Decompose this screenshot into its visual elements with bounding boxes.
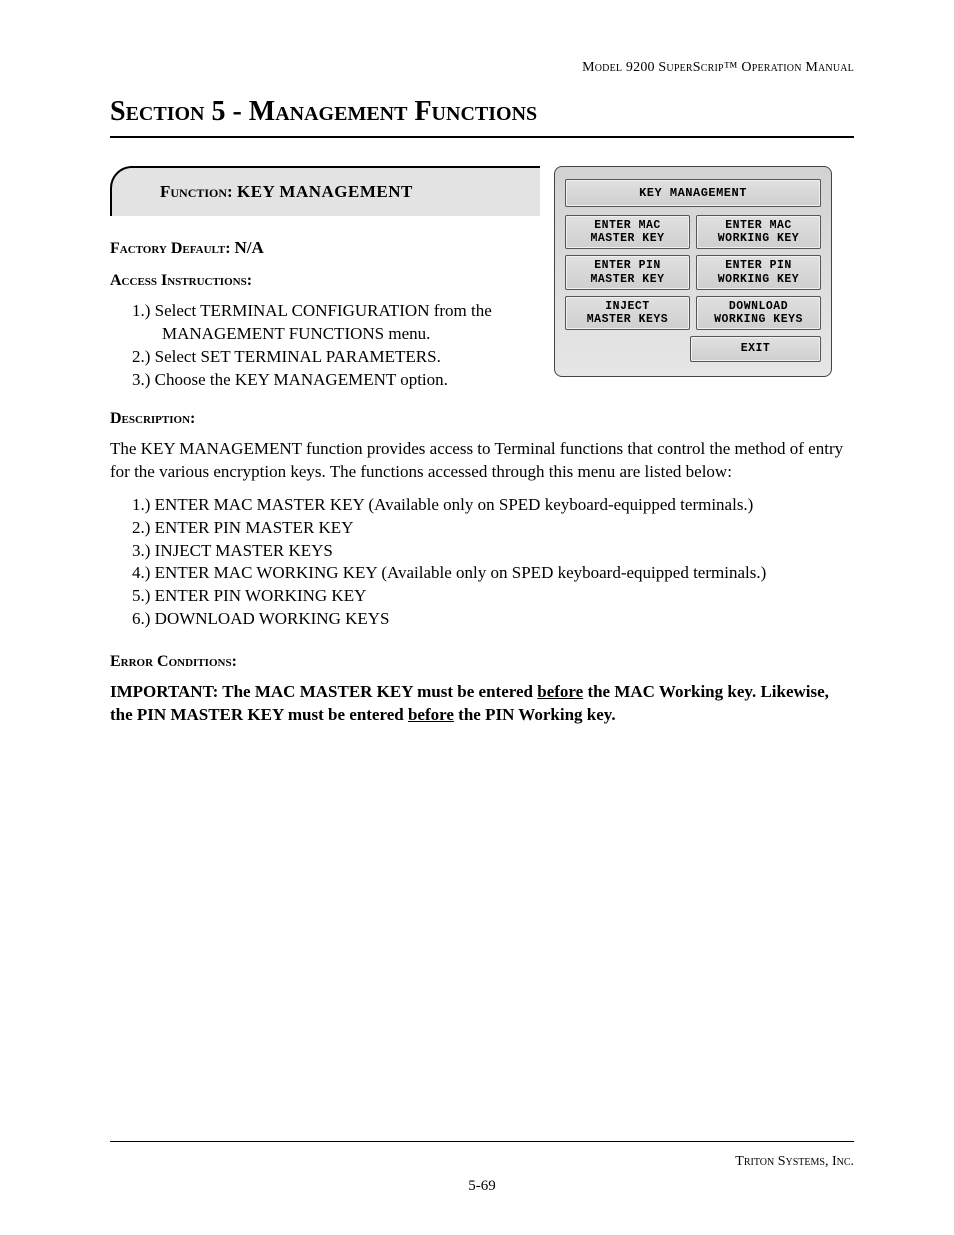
enter-pin-working-key-button[interactable]: ENTER PIN WORKING KEY xyxy=(696,255,821,289)
desc-item-3: 3.) INJECT MASTER KEYS xyxy=(132,540,854,563)
access-step-1a: 1.) Select TERMINAL CONFIGURATION from t… xyxy=(132,300,540,323)
inject-master-keys-button[interactable]: INJECT MASTER KEYS xyxy=(565,296,690,330)
right-column: KEY MANAGEMENT ENTER MAC MASTER KEY ENTE… xyxy=(554,166,854,377)
access-steps-list: 1.) Select TERMINAL CONFIGURATION from t… xyxy=(110,300,540,392)
access-instructions-label: Access Instructions: xyxy=(110,272,540,290)
desc-item-5: 5.) ENTER PIN WORKING KEY xyxy=(132,585,854,608)
access-step-3: 3.) Choose the KEY MANAGEMENT option. xyxy=(132,369,540,392)
important-underline-1: before xyxy=(537,682,583,701)
error-conditions-section: Error Conditions: IMPORTANT: The MAC MAS… xyxy=(110,653,854,727)
description-list: 1.) ENTER MAC MASTER KEY (Available only… xyxy=(110,494,854,632)
enter-mac-master-key-button[interactable]: ENTER MAC MASTER KEY xyxy=(565,215,690,249)
enter-mac-working-key-button[interactable]: ENTER MAC WORKING KEY xyxy=(696,215,821,249)
important-note: IMPORTANT: The MAC MASTER KEY must be en… xyxy=(110,681,854,727)
important-underline-2: before xyxy=(408,705,454,724)
description-section: Description: The KEY MANAGEMENT function… xyxy=(110,410,854,632)
left-column: Function: KEY MANAGEMENT Factory Default… xyxy=(110,166,540,396)
enter-pin-master-key-button[interactable]: ENTER PIN MASTER KEY xyxy=(565,255,690,289)
factory-default-label: Factory Default: xyxy=(110,240,235,257)
footer-company: Triton Systems, Inc. xyxy=(110,1154,854,1170)
function-label: Function: xyxy=(160,182,237,201)
footer-page-number: 5-69 xyxy=(110,1178,854,1195)
desc-item-4: 4.) ENTER MAC WORKING KEY (Available onl… xyxy=(132,562,854,585)
content-row: Function: KEY MANAGEMENT Factory Default… xyxy=(110,166,854,396)
page: Model 9200 SuperScrip™ Operation Manual … xyxy=(0,0,954,1235)
screen-button-grid: ENTER MAC MASTER KEY ENTER MAC WORKING K… xyxy=(565,215,821,330)
factory-default-value: N/A xyxy=(235,238,264,257)
desc-item-6: 6.) DOWNLOAD WORKING KEYS xyxy=(132,608,854,631)
exit-button[interactable]: EXIT xyxy=(690,336,821,361)
download-working-keys-button[interactable]: DOWNLOAD WORKING KEYS xyxy=(696,296,821,330)
function-box: Function: KEY MANAGEMENT xyxy=(110,166,540,216)
screen-title: KEY MANAGEMENT xyxy=(565,179,821,207)
access-step-1b: MANAGEMENT FUNCTIONS menu. xyxy=(132,323,540,346)
error-conditions-label: Error Conditions: xyxy=(110,653,854,671)
description-label: Description: xyxy=(110,410,854,428)
desc-item-1: 1.) ENTER MAC MASTER KEY (Available only… xyxy=(132,494,854,517)
important-post: the PIN Working key. xyxy=(454,705,616,724)
important-pre: IMPORTANT: The MAC MASTER KEY must be en… xyxy=(110,682,537,701)
description-text: The KEY MANAGEMENT function provides acc… xyxy=(110,438,854,484)
exit-row: EXIT xyxy=(565,336,821,361)
page-footer: Triton Systems, Inc. 5-69 xyxy=(110,1141,854,1195)
terminal-screen: KEY MANAGEMENT ENTER MAC MASTER KEY ENTE… xyxy=(554,166,832,377)
running-header: Model 9200 SuperScrip™ Operation Manual xyxy=(110,60,854,76)
section-title: Section 5 - Management Functions xyxy=(110,96,854,138)
function-name: KEY MANAGEMENT xyxy=(237,182,413,201)
access-step-2: 2.) Select SET TERMINAL PARAMETERS. xyxy=(132,346,540,369)
desc-item-2: 2.) ENTER PIN MASTER KEY xyxy=(132,517,854,540)
factory-default-row: Factory Default: N/A xyxy=(110,238,540,258)
